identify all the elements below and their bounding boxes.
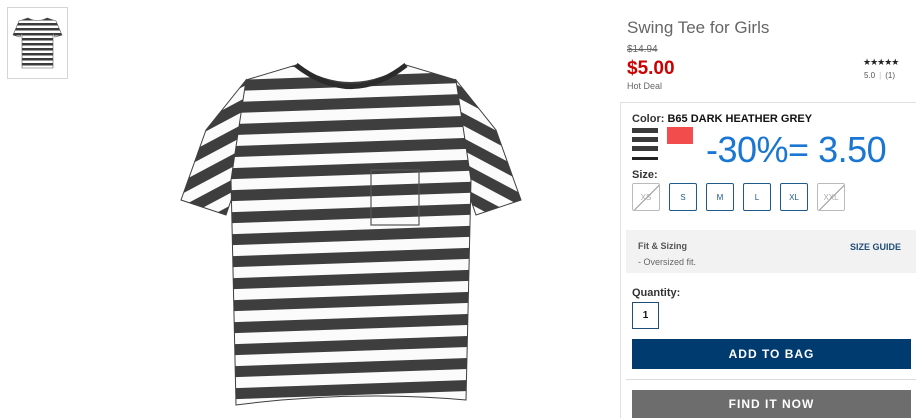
- product-title: Swing Tee for Girls: [627, 18, 770, 37]
- add-to-bag-button[interactable]: ADD TO BAG: [632, 339, 911, 369]
- rating-summary[interactable]: 5.0 | (1): [864, 71, 895, 80]
- sale-price: $5.00: [627, 58, 675, 79]
- size-button-xxl[interactable]: XXL: [817, 183, 845, 211]
- size-label: Size:: [632, 169, 658, 181]
- deal-badge: Hot Deal: [627, 81, 663, 91]
- size-button-xs[interactable]: XS: [632, 183, 660, 211]
- color-swatch-coral-red[interactable]: [667, 127, 693, 144]
- selected-color-name: B65 DARK HEATHER GREY: [667, 113, 813, 125]
- quantity-label: Quantity:: [632, 287, 681, 299]
- rating-value: 5.0: [864, 71, 876, 80]
- divider: [626, 379, 916, 380]
- review-count[interactable]: (1): [885, 71, 895, 80]
- striped-tee-image: [180, 63, 522, 406]
- rating-stars[interactable]: ★★★★★: [863, 57, 899, 68]
- fit-sizing-title: Fit & Sizing: [638, 241, 687, 251]
- rating-separator: |: [879, 71, 882, 80]
- size-button-m[interactable]: M: [706, 183, 734, 211]
- fit-sizing-description: - Oversized fit.: [638, 257, 697, 267]
- size-guide-link[interactable]: SIZE GUIDE: [850, 242, 901, 252]
- color-label: Color: B65 DARK HEATHER GREY: [632, 113, 812, 125]
- product-thumbnail[interactable]: [7, 7, 68, 79]
- stripe-swatch-icon: [632, 128, 658, 156]
- size-button-l[interactable]: L: [743, 183, 771, 211]
- product-main-image: [176, 60, 526, 418]
- find-it-now-button[interactable]: FIND IT NOW: [632, 390, 911, 418]
- promo-discount-overlay: -30%= 3.50: [706, 129, 887, 170]
- quantity-input[interactable]: 1: [632, 302, 659, 329]
- size-button-s[interactable]: S: [669, 183, 697, 211]
- color-swatch-dark-heather-grey[interactable]: [632, 128, 658, 160]
- color-label-text: Color:: [632, 113, 665, 125]
- original-price: $14.94: [627, 44, 658, 55]
- selected-swatch-underline: [632, 157, 658, 160]
- size-button-xl[interactable]: XL: [780, 183, 808, 211]
- striped-tee-thumbnail-image: [12, 17, 63, 69]
